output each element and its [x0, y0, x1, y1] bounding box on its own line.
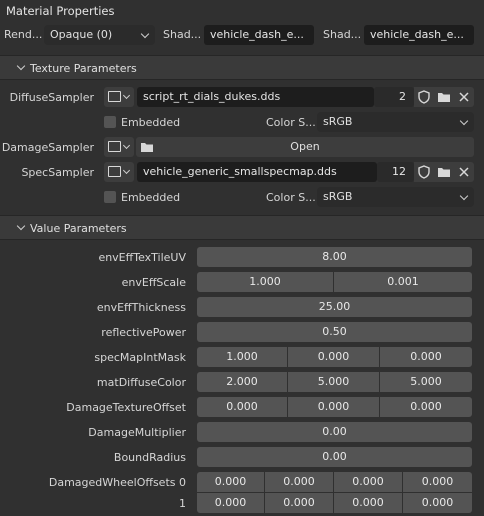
chevron-down-icon	[122, 141, 131, 150]
diffuse-fake-user-button[interactable]	[414, 87, 434, 107]
diffuse-filename-field[interactable]: script_rt_dials_dukes.dds	[137, 87, 374, 107]
param-value-field[interactable]: 0.50	[197, 322, 472, 342]
chevron-down-icon	[16, 221, 26, 231]
spec-image-browse-button[interactable]	[104, 162, 134, 182]
param-label: BoundRadius	[113, 451, 186, 464]
value-parameters-header[interactable]: Value Parameters	[0, 215, 484, 240]
spec-filename-field[interactable]: vehicle_generic_smallspecmap.dds	[137, 162, 377, 182]
damage-sampler-label: DamageSampler	[1, 141, 94, 154]
param-value-field[interactable]: 0.000	[380, 347, 472, 367]
param-value-field[interactable]: 0.000	[334, 472, 402, 492]
param-value-field[interactable]: 0.000	[197, 493, 264, 513]
param-value-field[interactable]: 1.000	[197, 347, 287, 367]
diffuse-users-count: 2	[374, 87, 414, 107]
param-label: DamagedWheelOffsets 0	[48, 476, 186, 489]
image-icon	[108, 141, 121, 152]
param-value-field[interactable]: 25.00	[197, 297, 472, 317]
shader-1-field[interactable]: vehicle_dash_e...	[204, 25, 314, 45]
param-value-field[interactable]: 0.000	[197, 472, 264, 492]
param-value-field[interactable]: 0.000	[265, 493, 333, 513]
param-value-field[interactable]: 0.000	[380, 397, 472, 417]
panel-title: Material Properties	[6, 4, 115, 18]
spec-unlink-button[interactable]	[454, 162, 474, 182]
texture-parameters-title: Texture Parameters	[30, 62, 137, 75]
close-icon	[459, 92, 469, 102]
param-label: reflectivePower	[101, 326, 186, 339]
param-value-field[interactable]: 0.001	[334, 272, 472, 292]
folder-icon	[438, 168, 450, 177]
param-label: DamageTextureOffset	[66, 401, 186, 414]
diffuse-embedded-checkbox[interactable]	[104, 116, 116, 128]
param-value-field[interactable]: 0.000	[403, 493, 472, 513]
param-label: envEffTexTileUV	[98, 251, 186, 264]
value-parameters-title: Value Parameters	[30, 222, 127, 235]
folder-icon	[438, 93, 450, 102]
render-dropdown[interactable]: Opaque (0)	[44, 25, 155, 45]
param-value-field[interactable]: 1.000	[197, 272, 333, 292]
render-label: Rend...	[4, 28, 43, 41]
param-label: envEffThickness	[96, 301, 186, 314]
diffuse-colorspace-dropdown[interactable]: sRGB	[317, 112, 474, 132]
damage-open-label: Open	[290, 140, 320, 153]
spec-embedded-checkbox[interactable]	[104, 191, 116, 203]
shader-2-label: Shad...	[323, 28, 362, 41]
param-label: specMapIntMask	[94, 351, 186, 364]
damage-image-browse-button[interactable]	[104, 137, 134, 157]
param-value-field[interactable]: 0.00	[197, 447, 472, 467]
spec-colorspace-label: Color S...	[266, 191, 316, 204]
image-icon	[108, 91, 121, 102]
shield-icon	[418, 90, 430, 104]
close-icon	[459, 167, 469, 177]
diffuse-embedded-label: Embedded	[121, 116, 181, 129]
diffuse-open-folder-button[interactable]	[434, 87, 454, 107]
shader-1-label: Shad...	[163, 28, 202, 41]
spec-users-count: 12	[377, 162, 414, 182]
image-icon	[108, 166, 121, 177]
param-value-field[interactable]: 0.000	[403, 472, 472, 492]
param-value-field[interactable]: 5.000	[380, 372, 472, 392]
param-value-field[interactable]: 0.000	[197, 397, 287, 417]
param-value-field[interactable]: 0.000	[265, 472, 333, 492]
param-label: DamageMultiplier	[88, 426, 186, 439]
chevron-down-icon	[122, 166, 131, 175]
spec-sampler-label: SpecSampler	[21, 166, 94, 179]
chevron-down-icon	[16, 61, 26, 71]
spec-fake-user-button[interactable]	[414, 162, 434, 182]
param-label: envEffScale	[121, 276, 186, 289]
param-value-field[interactable]: 0.000	[288, 397, 379, 417]
diffuse-colorspace-label: Color S...	[266, 116, 316, 129]
param-label: matDiffuseColor	[96, 376, 186, 389]
diffuse-sampler-label: DiffuseSampler	[9, 91, 94, 104]
spec-embedded-label: Embedded	[121, 191, 181, 204]
diffuse-unlink-button[interactable]	[454, 87, 474, 107]
param-label: 1	[179, 497, 186, 510]
shader-2-field[interactable]: vehicle_dash_e...	[364, 25, 474, 45]
param-value-field[interactable]: 0.000	[334, 493, 402, 513]
param-value-field[interactable]: 2.000	[197, 372, 287, 392]
param-value-field[interactable]: 8.00	[197, 247, 472, 267]
chevron-down-icon	[122, 91, 131, 100]
param-value-field[interactable]: 0.00	[197, 422, 472, 442]
damage-open-button[interactable]: Open	[136, 137, 474, 157]
diffuse-image-browse-button[interactable]	[104, 87, 134, 107]
folder-icon	[141, 143, 153, 152]
texture-parameters-header[interactable]: Texture Parameters	[0, 55, 484, 80]
shield-icon	[418, 165, 430, 179]
param-value-field[interactable]: 5.000	[288, 372, 379, 392]
spec-open-folder-button[interactable]	[434, 162, 454, 182]
spec-colorspace-dropdown[interactable]: sRGB	[317, 187, 474, 207]
param-value-field[interactable]: 0.000	[288, 347, 379, 367]
